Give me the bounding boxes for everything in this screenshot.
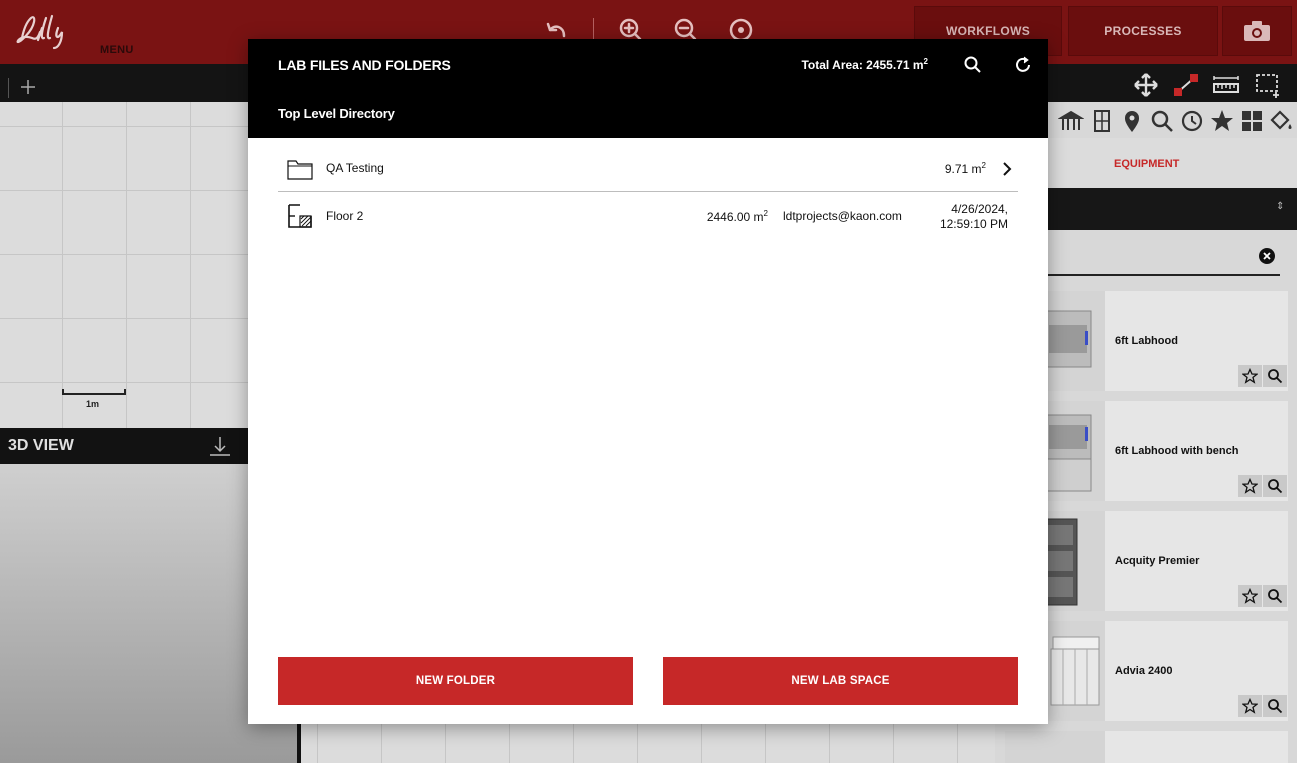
processes-button[interactable]: PROCESSES [1068, 6, 1218, 56]
download-icon[interactable] [208, 434, 232, 458]
row-name: Floor 2 [326, 209, 364, 223]
favorite-button[interactable] [1238, 475, 1262, 497]
lab-space-row-floor-2[interactable]: Floor 2 2446.00 m2 ldtprojects@kaon.com … [278, 192, 1018, 252]
magnify-icon [1268, 699, 1283, 714]
scale-label: 1m [86, 399, 100, 409]
star-outline-icon [1242, 588, 1258, 604]
row-name: QA Testing [326, 161, 384, 175]
new-folder-button[interactable]: NEW FOLDER [278, 657, 633, 705]
favorite-button[interactable] [1238, 365, 1262, 387]
equipment-name: Advia 2400 [1115, 665, 1173, 677]
folder-row-qa-testing[interactable]: QA Testing 9.71 m2 [278, 145, 1018, 192]
row-owner: ldtprojects@kaon.com [783, 209, 902, 223]
clear-search-icon[interactable] [1258, 247, 1276, 265]
select-area-icon[interactable] [1254, 72, 1282, 98]
folder-icon [287, 160, 313, 180]
equipment-card[interactable] [1005, 731, 1288, 763]
current-directory: Top Level Directory [278, 106, 395, 121]
tab-equipment[interactable]: EQUIPMENT [1114, 158, 1179, 170]
magnify-icon [1268, 589, 1283, 604]
scale-bar [62, 389, 126, 395]
category-select[interactable] [1048, 188, 1297, 230]
grid-icon[interactable] [1239, 108, 1265, 134]
chevron-right-icon[interactable] [1000, 161, 1014, 177]
star-icon[interactable] [1209, 108, 1235, 134]
magnify-icon [1268, 369, 1283, 384]
view3d-label: 3D VIEW [8, 437, 74, 454]
lilly-logo[interactable] [12, 8, 84, 52]
select-arrow-icon: ⇕ [1276, 201, 1285, 212]
measure-icon[interactable] [1212, 72, 1240, 98]
star-outline-icon [1242, 478, 1258, 494]
favorite-button[interactable] [1238, 585, 1262, 607]
modal-title: LAB FILES AND FOLDERS [278, 57, 451, 73]
camera-button[interactable] [1222, 6, 1292, 56]
floor-plan-canvas[interactable] [0, 102, 248, 428]
star-outline-icon [1242, 698, 1258, 714]
preview-button[interactable] [1263, 585, 1287, 607]
star-outline-icon [1242, 368, 1258, 384]
move-icon[interactable] [1132, 72, 1160, 98]
equipment-thumbnail [1005, 731, 1105, 763]
lab-files-modal: LAB FILES AND FOLDERS Total Area: 2455.7… [248, 39, 1048, 724]
add-icon[interactable] [8, 76, 36, 98]
total-area: Total Area: 2455.71 m2 [801, 57, 928, 72]
lab-icon[interactable] [1058, 108, 1084, 134]
connect-icon[interactable] [1172, 72, 1200, 98]
preview-button[interactable] [1263, 695, 1287, 717]
magnify-icon [1268, 479, 1283, 494]
preview-button[interactable] [1263, 365, 1287, 387]
equipment-name: Acquity Premier [1115, 555, 1200, 567]
location-pin-icon[interactable] [1119, 108, 1145, 134]
search-icon[interactable] [962, 54, 984, 76]
menu-label[interactable]: MENU [100, 44, 134, 56]
equipment-name: 6ft Labhood [1115, 335, 1178, 347]
floor-plan-icon [288, 204, 312, 228]
paint-bucket-icon[interactable] [1268, 108, 1294, 134]
search-underline [1048, 274, 1280, 276]
camera-icon [1244, 21, 1270, 41]
row-size: 2446.00 m2 [706, 209, 768, 224]
door-icon[interactable] [1089, 108, 1115, 134]
history-icon[interactable] [1179, 108, 1205, 134]
search-icon[interactable] [1149, 108, 1175, 134]
row-size: 9.71 m2 [944, 161, 986, 176]
modal-header: LAB FILES AND FOLDERS Total Area: 2455.7… [248, 39, 1048, 138]
new-lab-space-button[interactable]: NEW LAB SPACE [663, 657, 1018, 705]
refresh-icon[interactable] [1012, 54, 1034, 76]
preview-button[interactable] [1263, 475, 1287, 497]
favorite-button[interactable] [1238, 695, 1262, 717]
equipment-name: 6ft Labhood with bench [1115, 445, 1239, 457]
floor-plan-canvas-lower[interactable] [301, 724, 995, 763]
row-date: 4/26/2024, 12:59:10 PM [939, 202, 1008, 231]
